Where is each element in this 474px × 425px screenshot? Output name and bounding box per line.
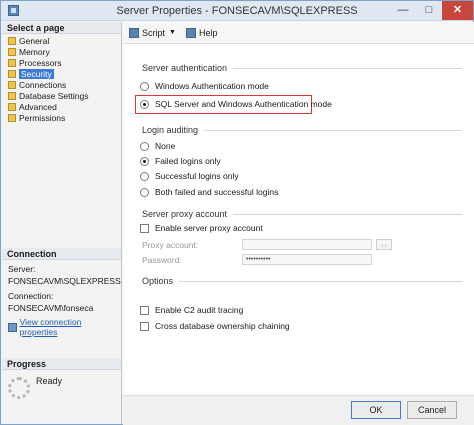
page-item-connections[interactable]: Connections — [2, 80, 121, 91]
audit-failed-only-radio[interactable]: Failed logins only — [140, 156, 221, 166]
security-page-content: Script ▼ Help Server authentication Wind… — [123, 22, 474, 395]
radio-button[interactable] — [140, 141, 149, 151]
script-label: Script — [142, 27, 166, 38]
page-list: General Memory Processors Security Conne… — [2, 34, 121, 124]
server-authentication-header: Server authentication — [142, 63, 462, 73]
browse-button[interactable]: ... — [376, 239, 392, 250]
password-input[interactable]: •••••••••• — [242, 254, 372, 265]
progress-section: Progress Ready — [2, 358, 121, 405]
left-pane: Select a page General Memory Processors … — [2, 22, 122, 424]
proxy-account-label: Proxy account: — [142, 239, 199, 250]
password-row: Password: •••••••••• — [142, 254, 372, 265]
maximize-icon[interactable]: □ — [416, 1, 442, 20]
progress-header: Progress — [2, 358, 121, 370]
password-label: Password: — [142, 254, 182, 265]
server-value: FONSECAVM\SQLEXPRESS — [8, 276, 121, 286]
page-icon — [8, 114, 16, 122]
connection-header: Connection — [2, 248, 121, 260]
script-icon — [129, 27, 139, 38]
page-icon — [8, 48, 16, 56]
server-label: Server: — [8, 264, 36, 274]
page-item-security[interactable]: Security — [2, 69, 121, 80]
help-icon — [185, 27, 196, 38]
checkbox[interactable] — [140, 321, 149, 331]
page-item-advanced[interactable]: Advanced — [2, 102, 121, 113]
radio-button[interactable] — [140, 187, 149, 197]
page-icon — [8, 70, 16, 78]
windows-auth-radio[interactable]: Windows Authentication mode — [140, 81, 269, 91]
page-icon — [8, 81, 16, 89]
dialog-button-bar: OK Cancel — [123, 395, 474, 425]
page-icon — [8, 37, 16, 45]
server-proxy-header: Server proxy account — [142, 209, 462, 219]
cancel-button[interactable]: Cancel — [407, 401, 457, 419]
view-connection-properties-label: View connection properties — [19, 317, 82, 337]
checkbox[interactable] — [140, 305, 149, 315]
connection-label: Connection: — [8, 291, 54, 301]
progress-spinner-icon — [8, 377, 30, 399]
enable-proxy-checkbox[interactable]: Enable server proxy account — [140, 223, 263, 233]
audit-successful-only-radio[interactable]: Successful logins only — [140, 171, 239, 181]
page-icon — [8, 103, 16, 111]
radio-button-selected[interactable] — [140, 156, 149, 166]
minimize-icon[interactable]: — — [390, 1, 416, 20]
progress-status: Ready — [36, 376, 63, 386]
connection-section: Connection Server: FONSECAVM\SQLEXPRESS … — [2, 248, 121, 341]
page-icon — [8, 92, 16, 100]
select-page-header: Select a page — [2, 22, 121, 34]
page-item-memory[interactable]: Memory — [2, 47, 121, 58]
c2-audit-checkbox[interactable]: Enable C2 audit tracing — [140, 305, 243, 315]
sql-and-windows-auth-radio[interactable]: SQL Server and Windows Authentication mo… — [140, 99, 332, 109]
audit-both-radio[interactable]: Both failed and successful logins — [140, 187, 278, 197]
radio-button[interactable] — [140, 171, 149, 181]
properties-icon — [8, 322, 17, 332]
toolbar: Script ▼ Help — [123, 22, 474, 44]
page-icon — [8, 59, 16, 67]
help-label: Help — [198, 27, 218, 38]
dropdown-arrow-icon[interactable]: ▼ — [169, 29, 176, 36]
audit-none-radio[interactable]: None — [140, 141, 175, 151]
page-item-processors[interactable]: Processors — [2, 58, 121, 69]
title-bar: Server Properties - FONSECAVM\SQLEXPRESS… — [1, 1, 473, 21]
page-item-general[interactable]: General — [2, 36, 121, 47]
view-connection-properties-link[interactable]: View connection properties — [8, 317, 115, 337]
checkbox[interactable] — [140, 223, 149, 233]
proxy-account-row: Proxy account: ... — [142, 239, 392, 250]
options-header: Options — [142, 276, 462, 286]
cross-db-chaining-checkbox[interactable]: Cross database ownership chaining — [140, 321, 290, 331]
proxy-account-input[interactable] — [242, 239, 372, 250]
help-button[interactable]: Help — [185, 27, 218, 38]
radio-button[interactable] — [140, 81, 149, 91]
ok-button[interactable]: OK — [351, 401, 401, 419]
script-button[interactable]: Script ▼ — [129, 27, 176, 38]
connection-value: FONSECAVM\fonseca — [8, 303, 94, 313]
login-auditing-header: Login auditing — [142, 125, 462, 135]
page-item-permissions[interactable]: Permissions — [2, 113, 121, 124]
radio-button-selected[interactable] — [140, 99, 149, 109]
page-item-database-settings[interactable]: Database Settings — [2, 91, 121, 102]
server-properties-window: Server Properties - FONSECAVM\SQLEXPRESS… — [0, 0, 474, 425]
close-icon[interactable]: ✕ — [442, 1, 473, 20]
